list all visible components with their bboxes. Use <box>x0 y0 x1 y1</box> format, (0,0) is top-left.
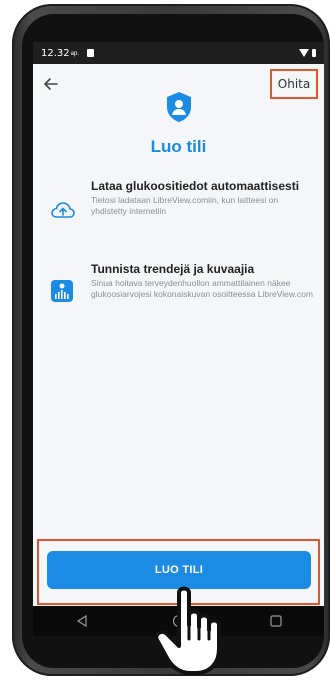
tap-hand-icon <box>154 586 221 675</box>
feature-text: Tunnista trendejä ja kuvaajia Sinua hoit… <box>91 262 316 300</box>
create-account-label: LUO TILI <box>154 564 204 576</box>
feature-item-upload: Lataa glukoositiedot automaattisesti Tie… <box>51 179 316 249</box>
battery-icon <box>312 49 316 57</box>
back-arrow-icon[interactable] <box>42 75 60 93</box>
feature-title: Lataa glukoositiedot automaattisesti <box>91 179 300 193</box>
feature-title: Tunnista trendejä ja kuvaajia <box>91 262 255 276</box>
cloud-upload-icon <box>51 202 75 218</box>
trend-chart-icon <box>51 280 73 302</box>
page-title: Luo tili <box>150 137 207 156</box>
nav-recent-icon[interactable] <box>269 614 283 628</box>
skip-button[interactable]: Ohita <box>270 69 318 99</box>
status-bar: 12.32 ap. <box>33 42 324 64</box>
feature-text: Lataa glukoositiedot automaattisesti Tie… <box>91 179 316 217</box>
skip-label: Ohita <box>277 77 311 91</box>
status-ampm: ap. <box>70 51 79 57</box>
user-shield-icon <box>167 92 191 122</box>
status-icons <box>299 49 316 57</box>
sim-icon <box>86 49 94 57</box>
status-time: 12.32 <box>41 47 70 59</box>
phone-screen: 12.32 ap. Ohita Luo tili Lataa glukoosit… <box>33 42 324 636</box>
wifi-icon <box>299 49 309 57</box>
feature-description: Tietosi ladataan LibreView.comiin, kun l… <box>91 195 279 216</box>
feature-description: Sinua hoitava terveydenhuollon ammattila… <box>91 278 313 299</box>
nav-back-icon[interactable] <box>75 614 89 628</box>
feature-item-trends: Tunnista trendejä ja kuvaajia Sinua hoit… <box>51 262 316 342</box>
